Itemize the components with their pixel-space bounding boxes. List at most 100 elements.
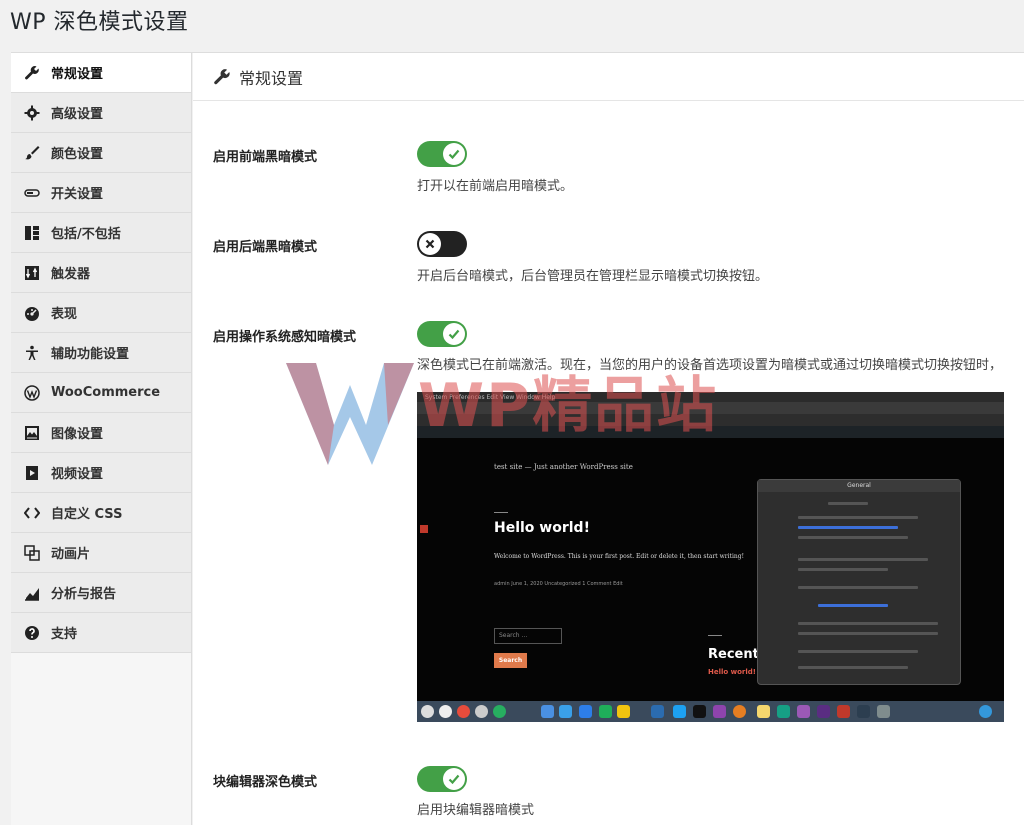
columns-icon <box>23 224 41 242</box>
browser-address-bar <box>417 414 1004 426</box>
sidebar-item-label: WooCommerce <box>51 385 161 400</box>
sidebar-item-label: 开关设置 <box>51 187 104 202</box>
block-editor-dark-mode-toggle[interactable] <box>417 766 467 792</box>
prefs-row <box>798 516 918 519</box>
prefs-row <box>798 632 938 635</box>
sidebar-item-6[interactable]: 表现 <box>11 293 191 333</box>
preview-recent-link: Hello world! <box>708 668 756 676</box>
video-icon <box>23 464 41 482</box>
dock-app-icon <box>617 705 630 718</box>
image-icon <box>23 424 41 442</box>
sidebar-item-0[interactable]: 常规设置 <box>11 53 191 93</box>
os-aware-dark-mode-description: 深色模式已在前端激活。现在，当您的用户的设备首选项设置为暗模式或通过切换暗模式切… <box>417 358 1003 373</box>
sidebar-item-label: 图像设置 <box>51 427 104 442</box>
preview-prefs-title: General <box>758 480 960 492</box>
os-aware-dark-mode-toggle[interactable] <box>417 321 467 347</box>
prefs-row <box>798 622 938 625</box>
prefs-row <box>828 502 868 505</box>
sidebar-item-8[interactable]: WooCommerce <box>11 373 191 413</box>
trigger-icon <box>23 264 41 282</box>
dock-app-icon <box>757 705 770 718</box>
sidebar-item-10[interactable]: 视频设置 <box>11 453 191 493</box>
settings-main: 常规设置 启用前端黑暗模式 打开以在前端启用暗模式。 启用后端黑暗模式 开启后台… <box>193 53 1024 825</box>
sidebar-item-7[interactable]: 辅助功能设置 <box>11 333 191 373</box>
sidebar-item-label: 辅助功能设置 <box>51 347 130 362</box>
preview-post-body: Welcome to WordPress. This is your first… <box>494 553 744 560</box>
sidebar-item-9[interactable]: 图像设置 <box>11 413 191 453</box>
check-icon <box>443 768 465 790</box>
preview-search-input: Search ... <box>494 628 562 644</box>
dock-app-icon <box>541 705 554 718</box>
help-icon <box>23 624 41 642</box>
sidebar-item-label: 常规设置 <box>51 67 104 82</box>
dock-app-icon <box>797 705 810 718</box>
browser-tabs <box>417 402 1004 414</box>
sidebar-item-4[interactable]: 包括/不包括 <box>11 213 191 253</box>
dock-app-icon <box>777 705 790 718</box>
preview-divider <box>708 635 722 636</box>
frontend-dark-mode-label: 启用前端黑暗模式 <box>213 150 318 165</box>
dock-app-icon <box>857 705 870 718</box>
chart-icon <box>23 584 41 602</box>
backend-dark-mode-label: 启用后端黑暗模式 <box>213 240 318 255</box>
os-aware-dark-mode-label: 启用操作系统感知暗模式 <box>213 330 357 345</box>
dock-app-icon <box>979 705 992 718</box>
sidebar-item-label: 触发器 <box>51 267 91 282</box>
sidebar-item-14[interactable]: 支持 <box>11 613 191 653</box>
backend-dark-mode-toggle[interactable] <box>417 231 467 257</box>
sidebar-item-label: 支持 <box>51 627 78 642</box>
sidebar-item-label: 视频设置 <box>51 467 104 482</box>
dock-app-icon <box>733 705 746 718</box>
close-icon <box>419 233 441 255</box>
prefs-row <box>798 558 928 561</box>
sidebar-item-12[interactable]: 动画片 <box>11 533 191 573</box>
sidebar-item-label: 分析与报告 <box>51 587 117 602</box>
preview-system-preferences-window: General <box>757 479 961 685</box>
block-editor-dark-mode-label: 块编辑器深色模式 <box>213 775 318 790</box>
wp-admin-bar <box>417 426 1004 438</box>
frontend-dark-mode-toggle[interactable] <box>417 141 467 167</box>
dock-app-icon <box>673 705 686 718</box>
preview-post-meta: admin June 1, 2020 Uncategorized 1 Comme… <box>494 581 623 587</box>
dock-app-icon <box>421 705 434 718</box>
check-icon <box>443 143 465 165</box>
dock-app-icon <box>475 705 488 718</box>
os-dark-mode-preview-image: System Preferences Edit View Window Help… <box>417 392 1004 722</box>
sidebar-item-13[interactable]: 分析与报告 <box>11 573 191 613</box>
sidebar-item-label: 高级设置 <box>51 107 104 122</box>
prefs-row <box>798 568 888 571</box>
wrench-icon <box>23 64 41 82</box>
backend-dark-mode-description: 开启后台暗模式，后台管理员在管理栏显示暗模式切换按钮。 <box>417 269 769 284</box>
toggle-icon <box>23 184 41 202</box>
dock-app-icon <box>713 705 726 718</box>
animation-icon <box>23 544 41 562</box>
sidebar-item-5[interactable]: 触发器 <box>11 253 191 293</box>
wrench-icon <box>213 68 231 86</box>
check-icon <box>443 323 465 345</box>
prefs-row <box>798 586 918 589</box>
dock-app-icon <box>439 705 452 718</box>
preview-recent-heading: Recent <box>708 647 759 662</box>
mac-menu-bar: System Preferences Edit View Window Help <box>417 392 1004 402</box>
accessibility-icon <box>23 344 41 362</box>
dock-app-icon <box>651 705 664 718</box>
preview-side-tab <box>420 525 428 533</box>
mac-dock <box>417 701 1004 722</box>
dock-app-icon <box>579 705 592 718</box>
preview-post-title: Hello world! <box>494 520 590 536</box>
dock-app-icon <box>559 705 572 718</box>
sidebar-item-2[interactable]: 颜色设置 <box>11 133 191 173</box>
dock-app-icon <box>817 705 830 718</box>
prefs-row <box>798 526 898 529</box>
sidebar-item-3[interactable]: 开关设置 <box>11 173 191 213</box>
sidebar-item-label: 动画片 <box>51 547 91 562</box>
sidebar-item-1[interactable]: 高级设置 <box>11 93 191 133</box>
sidebar-item-label: 包括/不包括 <box>51 227 121 242</box>
sidebar-item-label: 表现 <box>51 307 78 322</box>
dock-app-icon <box>493 705 506 718</box>
dock-app-icon <box>837 705 850 718</box>
frontend-dark-mode-description: 打开以在前端启用暗模式。 <box>417 179 574 194</box>
section-header: 常规设置 <box>193 53 1024 101</box>
gear-icon <box>23 104 41 122</box>
sidebar-item-11[interactable]: 自定义 CSS <box>11 493 191 533</box>
